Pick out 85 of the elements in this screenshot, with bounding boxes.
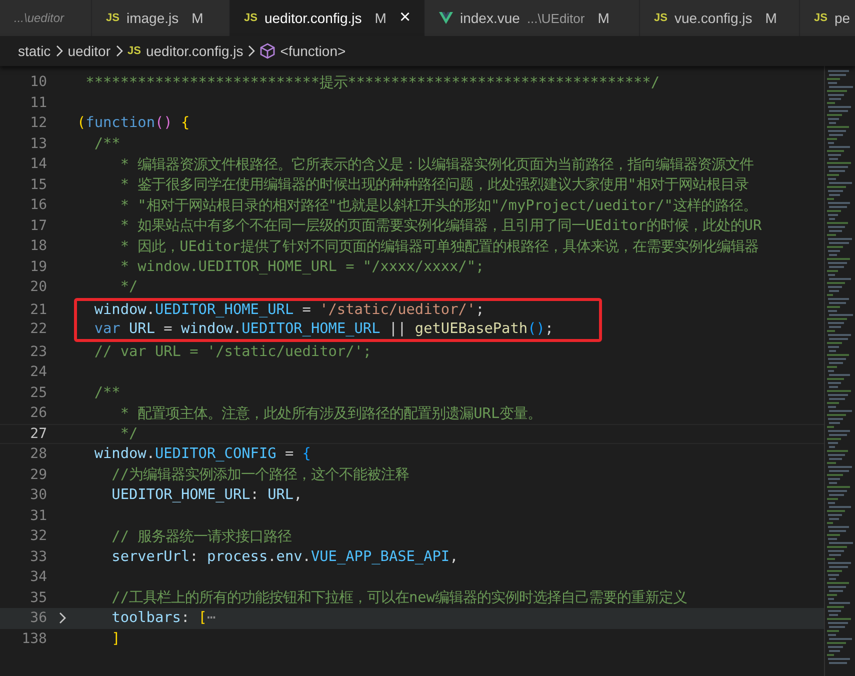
code-line: UEDITOR_HOME_URL: URL,: [110, 487, 302, 504]
code-line: var URL = window.UEDITOR_HOME_URL || getUEBasePath();: [93, 321, 554, 337]
line-number: 17: [29, 218, 47, 234]
modified-label: M: [192, 10, 204, 26]
code-line: // var URL = '/static/ueditor/';: [93, 344, 372, 360]
code-line: * 鉴于很多同学在使用编辑器的时候出现的种种路径问题，此处强烈建议大家使用"相对于网站根目录: [119, 176, 748, 194]
editor-tab[interactable]: JS pe: [800, 0, 855, 36]
line-number: 28: [29, 446, 47, 462]
code-line: /**: [93, 384, 120, 401]
code-line: * 因此，UEditor提供了针对不同页面的编辑器可单独配置的根路径，具体来说，在需要实例化编辑器: [119, 238, 758, 256]
code-line: * 配置项主体。注意，此处所有涉及到路径的配置别遗漏URL变量。: [119, 404, 542, 423]
close-tab-button[interactable]: ×: [399, 7, 411, 29]
vue-file-icon: [439, 12, 453, 24]
line-number: 35: [29, 590, 47, 606]
code-line: window.UEDITOR_CONFIG = {: [93, 446, 311, 462]
line-number: 20: [29, 279, 47, 296]
code-line: //为编辑器实例添加一个路径，这个不能被注释: [110, 466, 409, 484]
breadcrumb-item[interactable]: static: [18, 43, 51, 59]
line-number: 24: [29, 364, 47, 380]
breadcrumb-item[interactable]: <function>: [280, 43, 346, 59]
line-number: 19: [29, 258, 47, 275]
line-number: 13: [29, 136, 47, 152]
line-number: 14: [29, 156, 47, 172]
code-line: */: [119, 279, 138, 296]
cube-icon: [260, 43, 276, 59]
code-line: */: [119, 426, 138, 442]
tab-label: ueditor.config.js: [264, 10, 362, 26]
editor-tab[interactable]: JS vue.config.js M: [640, 0, 800, 36]
code-line: * 如果站点中有多个不在同一层级的页面需要实例化编辑器，且引用了同一UEditor的时候，此处的UR: [119, 216, 762, 236]
tab-label: pe: [834, 10, 850, 26]
line-number: 30: [29, 487, 47, 504]
chevron-right-icon: [116, 45, 122, 57]
tab-label: index.vue: [460, 10, 520, 26]
line-number: 138: [20, 630, 47, 647]
editor-tab[interactable]: index.vue ...\UEditor M: [425, 0, 640, 36]
line-number: 12: [29, 115, 47, 132]
line-number: 11: [29, 94, 47, 111]
code-line: //工具栏上的所有的功能按钮和下拉框，可以在new编辑器的实例时选择自己需要的重新定义: [110, 588, 687, 608]
line-number: 27: [29, 426, 47, 442]
line-number: 16: [29, 197, 47, 214]
tab-label: image.js: [126, 10, 179, 26]
line-number: 25: [29, 384, 47, 401]
editor-tab[interactable]: JS ueditor.config.js M ×: [230, 0, 425, 36]
line-number: 23: [29, 344, 47, 360]
code-line: ***************************提示***********************************/: [84, 74, 660, 92]
line-number: 15: [29, 176, 47, 193]
line-number: 10: [29, 74, 47, 90]
chevron-right-icon: [56, 45, 63, 57]
modified-label: M: [374, 10, 386, 26]
code-line: * "相对于网站根目录的相对路径"也就是以斜杠开头的形如"/myProject/ueditor/"这样的路径。: [119, 196, 757, 215]
code-line: (function() {: [77, 115, 190, 132]
tab-label: ...\ueditor: [14, 11, 64, 25]
tab-path: ...\UEditor: [526, 10, 585, 26]
breadcrumb-item[interactable]: ueditor.config.js: [146, 43, 244, 59]
line-number: 26: [29, 405, 47, 422]
modified-label: M: [598, 10, 610, 26]
breadcrumb-item[interactable]: ueditor: [68, 43, 110, 59]
chevron-right-icon: [248, 45, 256, 57]
line-number: 33: [29, 548, 47, 565]
tab-label: vue.config.js: [674, 10, 752, 26]
line-number: 22: [29, 321, 47, 337]
code-line: window.UEDITOR_HOME_URL = '/static/ueditor/';: [93, 302, 484, 318]
code-line: toolbars: [⋯: [110, 610, 216, 626]
code-line: * window.UEDITOR_HOME_URL = "/xxxx/xxxx/";: [119, 258, 484, 275]
js-file-icon: JS: [654, 12, 668, 24]
code-line: serverUrl: process.env.VUE_APP_BASE_API,: [110, 548, 458, 565]
line-number: 32: [29, 528, 47, 544]
line-number: 29: [29, 466, 47, 483]
js-file-icon: JS: [244, 12, 258, 24]
code-line: * 编辑器资源文件根路径。它所表示的含义是：以编辑器实例化页面为当前路径，指向编辑器资源文件: [119, 156, 754, 174]
js-file-icon: JS: [128, 45, 141, 57]
code-line: /**: [93, 136, 120, 152]
line-number: 21: [29, 302, 47, 318]
line-number: 31: [29, 508, 47, 524]
editor-tab[interactable]: JS image.js M: [92, 0, 230, 36]
line-number: 36: [29, 610, 47, 626]
js-file-icon: JS: [106, 12, 120, 24]
line-number: 34: [29, 569, 47, 586]
editor-tab[interactable]: ...\ueditor: [0, 0, 92, 36]
modified-label: M: [765, 10, 777, 26]
code-line: ]: [110, 630, 120, 647]
line-number: 18: [29, 238, 47, 254]
chevron-right-icon[interactable]: [58, 612, 66, 624]
code-line: // 服务器统一请求接口路径: [110, 528, 292, 546]
js-file-icon: JS: [814, 12, 828, 24]
